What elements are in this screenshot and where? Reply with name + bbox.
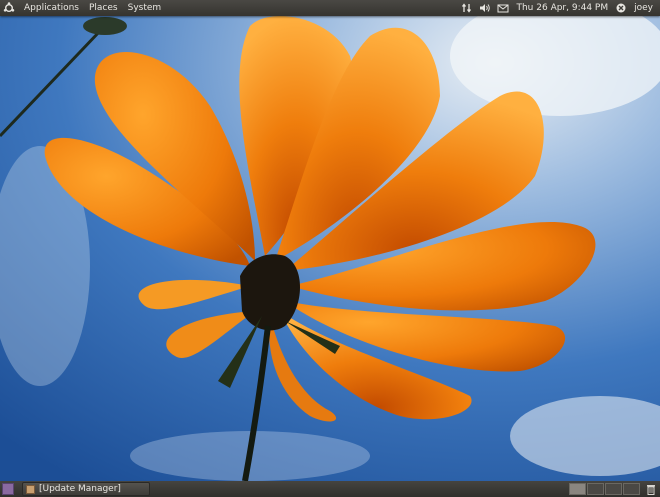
- clock[interactable]: Thu 26 Apr, 9:44 PM: [515, 0, 609, 16]
- workspace-4[interactable]: [623, 483, 640, 495]
- bottom-panel: [Update Manager]: [0, 481, 660, 497]
- update-manager-icon: [26, 484, 35, 494]
- ubuntu-logo-icon[interactable]: [3, 2, 15, 14]
- menu-applications[interactable]: Applications: [23, 0, 80, 16]
- mail-icon[interactable]: [497, 2, 509, 14]
- session-icon[interactable]: [615, 2, 627, 14]
- user-name[interactable]: joey: [633, 0, 654, 16]
- trash-icon[interactable]: [646, 483, 656, 495]
- network-icon[interactable]: [461, 2, 473, 14]
- workspace-1[interactable]: [569, 483, 586, 495]
- taskbar-window-button[interactable]: [Update Manager]: [22, 482, 150, 496]
- menu-places[interactable]: Places: [88, 0, 119, 16]
- workspace-2[interactable]: [587, 483, 604, 495]
- desktop-wallpaper: [0, 16, 660, 481]
- show-desktop-icon[interactable]: [2, 483, 14, 495]
- workspace-3[interactable]: [605, 483, 622, 495]
- menu-system[interactable]: System: [127, 0, 163, 16]
- volume-icon[interactable]: [479, 2, 491, 14]
- taskbar-window-label: [Update Manager]: [39, 484, 121, 494]
- top-panel: Applications Places System Thu 26 Apr, 9…: [0, 0, 660, 16]
